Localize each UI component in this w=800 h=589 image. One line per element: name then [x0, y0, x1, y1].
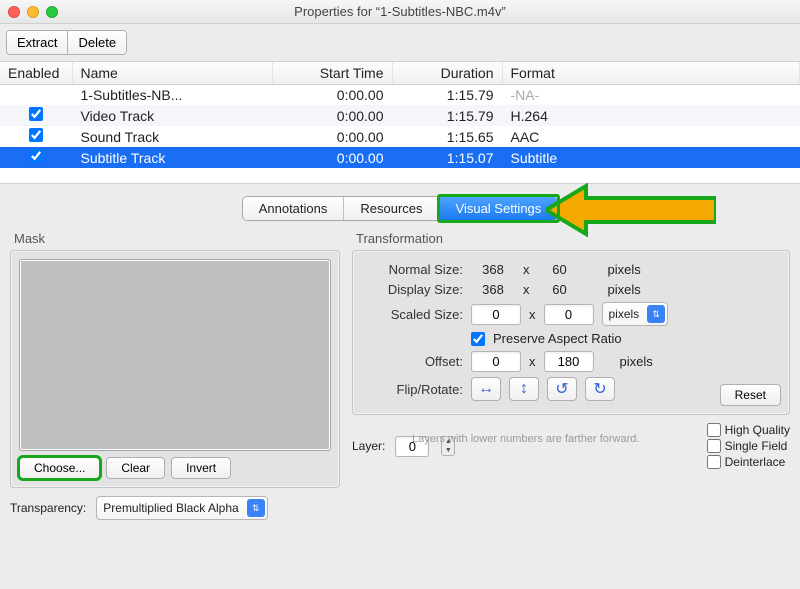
track-name: Video Track: [72, 105, 272, 126]
delete-button[interactable]: Delete: [68, 31, 126, 54]
pixels-label: pixels: [608, 282, 641, 297]
preserve-aspect-checkbox[interactable]: [471, 332, 485, 346]
track-format: Subtitle: [502, 147, 800, 168]
scaled-height-input[interactable]: [544, 304, 594, 325]
tab-resources[interactable]: Resources: [344, 197, 439, 220]
track-start: 0:00.00: [272, 105, 392, 126]
clear-button[interactable]: Clear: [106, 457, 165, 479]
display-size-label: Display Size:: [363, 282, 463, 297]
track-name: 1-Subtitles-NB...: [72, 85, 272, 106]
tracks-table[interactable]: Enabled Name Start Time Duration Format …: [0, 62, 800, 168]
x-sep: x: [523, 262, 530, 277]
settings-pane: Annotations Resources Visual Settings Ma…: [0, 184, 800, 524]
track-start: 0:00.00: [272, 126, 392, 147]
preserve-aspect-label: Preserve Aspect Ratio: [493, 331, 622, 346]
track-name: Sound Track: [72, 126, 272, 147]
single-field-checkbox[interactable]: [707, 439, 721, 453]
mask-preview: [19, 259, 331, 451]
high-quality-checkbox[interactable]: [707, 423, 721, 437]
tab-visual-settings[interactable]: Visual Settings: [440, 197, 558, 220]
tab-annotations[interactable]: Annotations: [243, 197, 345, 220]
col-name: Name: [72, 62, 272, 85]
reset-button[interactable]: Reset: [720, 384, 781, 406]
normal-size-label: Normal Size:: [363, 262, 463, 277]
transparency-select[interactable]: Premultiplied Black Alpha ⇅: [96, 496, 267, 520]
enabled-checkbox[interactable]: [29, 149, 43, 163]
titlebar: Properties for “1-Subtitles-NBC.m4v”: [0, 0, 800, 24]
extract-button[interactable]: Extract: [7, 31, 68, 54]
pixels-label: pixels: [620, 354, 653, 369]
offset-y-input[interactable]: [544, 351, 594, 372]
track-start: 0:00.00: [272, 85, 392, 106]
scaled-width-input[interactable]: [471, 304, 521, 325]
x-sep: x: [529, 307, 536, 322]
col-format: Format: [502, 62, 800, 85]
transparency-label: Transparency:: [10, 501, 86, 515]
rotate-cw-icon[interactable]: ↻: [585, 377, 615, 401]
pixels-label: pixels: [608, 262, 641, 277]
deinterlace-label: Deinterlace: [725, 455, 786, 469]
invert-button[interactable]: Invert: [171, 457, 231, 479]
table-row[interactable]: Video Track0:00.001:15.79H.264: [0, 105, 800, 126]
x-sep: x: [529, 354, 536, 369]
track-start: 0:00.00: [272, 147, 392, 168]
display-height: 60: [538, 282, 582, 297]
enabled-checkbox[interactable]: [29, 128, 43, 142]
display-width: 368: [471, 282, 515, 297]
col-duration: Duration: [392, 62, 502, 85]
single-field-label: Single Field: [725, 439, 788, 453]
col-start: Start Time: [272, 62, 392, 85]
track-duration: 1:15.65: [392, 126, 502, 147]
scaled-unit-select[interactable]: pixels ⇅: [602, 302, 669, 326]
table-row[interactable]: Sound Track0:00.001:15.65AAC: [0, 126, 800, 147]
normal-height: 60: [538, 262, 582, 277]
track-format: AAC: [502, 126, 800, 147]
track-format: -NA-: [502, 85, 800, 106]
offset-label: Offset:: [363, 354, 463, 369]
table-row[interactable]: 1-Subtitles-NB...0:00.001:15.79-NA-: [0, 85, 800, 106]
chevrons-icon: ⇅: [247, 499, 265, 517]
enabled-checkbox[interactable]: [29, 107, 43, 121]
tab-row: Annotations Resources Visual Settings: [10, 196, 790, 221]
flip-horizontal-icon[interactable]: ↔: [471, 377, 501, 401]
window-title: Properties for “1-Subtitles-NBC.m4v”: [0, 4, 800, 19]
toolbar: Extract Delete: [0, 24, 800, 62]
high-quality-label: High Quality: [725, 423, 790, 437]
col-enabled: Enabled: [0, 62, 72, 85]
track-format: H.264: [502, 105, 800, 126]
track-name: Subtitle Track: [72, 147, 272, 168]
layer-label: Layer:: [352, 439, 385, 453]
normal-width: 368: [471, 262, 515, 277]
rotate-ccw-icon[interactable]: ↺: [547, 377, 577, 401]
flip-vertical-icon[interactable]: ↕: [509, 377, 539, 401]
mask-label: Mask: [14, 231, 340, 246]
track-duration: 1:15.79: [392, 105, 502, 126]
track-duration: 1:15.07: [392, 147, 502, 168]
chevrons-icon: ⇅: [647, 305, 665, 323]
deinterlace-checkbox[interactable]: [707, 455, 721, 469]
flip-rotate-label: Flip/Rotate:: [363, 382, 463, 397]
choose-button[interactable]: Choose...: [19, 457, 100, 479]
offset-x-input[interactable]: [471, 351, 521, 372]
table-row[interactable]: Subtitle Track0:00.001:15.07Subtitle: [0, 147, 800, 168]
scaled-size-label: Scaled Size:: [363, 307, 463, 322]
track-duration: 1:15.79: [392, 85, 502, 106]
x-sep: x: [523, 282, 530, 297]
annotation-arrow-icon: [546, 182, 716, 238]
